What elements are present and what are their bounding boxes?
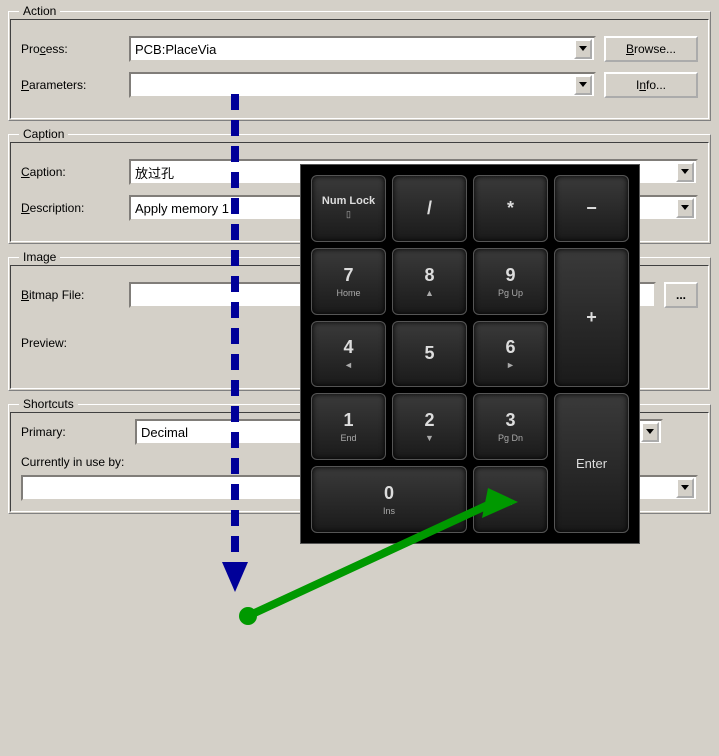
description-dropdown-button[interactable] [676, 198, 694, 218]
key-2: 2▼ [392, 393, 467, 460]
key-6: 6► [473, 321, 548, 388]
parameters-dropdown-button[interactable] [574, 75, 592, 95]
key-plus: + [554, 248, 629, 388]
process-label: Process: [21, 42, 121, 56]
primary-label: Primary: [21, 425, 121, 439]
parameters-combo[interactable] [129, 72, 596, 98]
action-group: Action Process: PCB:PlaceVia Browse... P… [8, 4, 711, 121]
key-minus: − [554, 175, 629, 242]
chevron-down-icon [681, 169, 689, 175]
primary-value: Decimal [141, 425, 303, 440]
key-slash: / [392, 175, 467, 242]
chevron-down-icon [681, 205, 689, 211]
process-combo[interactable]: PCB:PlaceVia [129, 36, 596, 62]
inuse1-label: Currently in use by: [21, 455, 330, 469]
process-dropdown-button[interactable] [574, 39, 592, 59]
key-1: 1End [311, 393, 386, 460]
bitmap-label: Bitmap File: [21, 288, 121, 302]
primary-combo[interactable]: Decimal [135, 419, 325, 445]
shortcuts-legend: Shortcuts [19, 397, 78, 411]
key-4: 4◄ [311, 321, 386, 388]
inuse1-combo[interactable] [21, 475, 330, 501]
key-7: 7Home [311, 248, 386, 315]
alternative-dropdown-button[interactable] [641, 422, 659, 442]
chevron-down-icon [579, 46, 587, 52]
key-star: * [473, 175, 548, 242]
image-legend: Image [19, 250, 60, 264]
parameters-label: Parameters: [21, 78, 121, 92]
caption-label: Caption: [21, 165, 121, 179]
key-9: 9Pg Up [473, 248, 548, 315]
chevron-down-icon [646, 429, 654, 435]
key-dot: . [473, 466, 548, 533]
action-legend: Action [19, 4, 60, 18]
key-3: 3Pg Dn [473, 393, 548, 460]
process-value: PCB:PlaceVia [135, 42, 574, 57]
chevron-down-icon [681, 485, 689, 491]
bitmap-browse-button[interactable]: ... [664, 282, 698, 308]
key-0: 0Ins [311, 466, 467, 533]
chevron-down-icon [579, 82, 587, 88]
preview-label: Preview: [21, 336, 121, 350]
inuse2-dropdown-button[interactable] [676, 478, 694, 498]
caption-legend: Caption [19, 127, 68, 141]
info-button[interactable]: Info... [604, 72, 698, 98]
caption-dropdown-button[interactable] [676, 162, 694, 182]
key-enter: Enter [554, 393, 629, 533]
description-label: Description: [21, 201, 121, 215]
numpad-overlay-image: Num Lock▯ / * − 7Home 8▲ 9Pg Up + 4◄ 5 6… [300, 164, 640, 544]
key-numlock: Num Lock▯ [311, 175, 386, 242]
key-5: 5 [392, 321, 467, 388]
key-8: 8▲ [392, 248, 467, 315]
browse-button[interactable]: Browse... [604, 36, 698, 62]
